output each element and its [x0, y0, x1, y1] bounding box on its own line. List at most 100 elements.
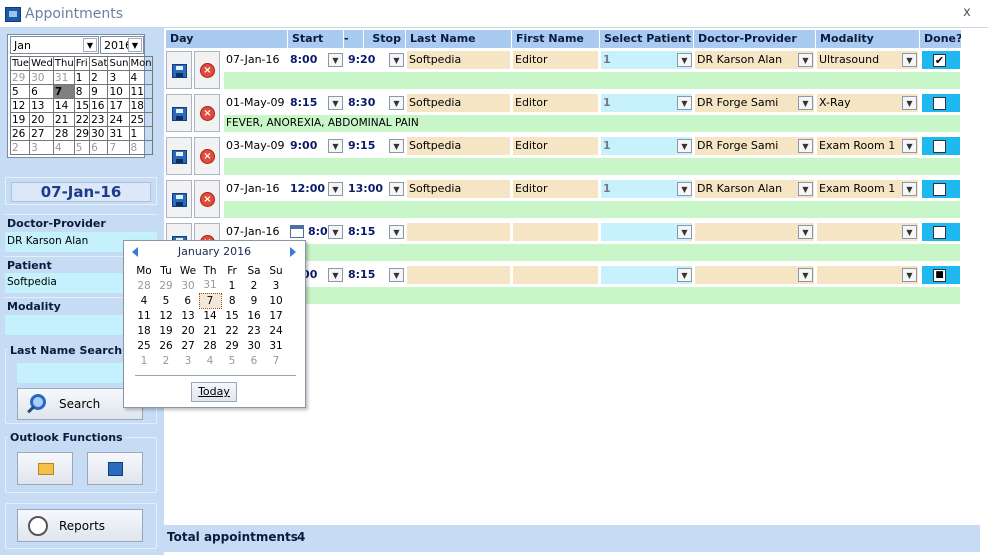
- chevron-down-icon[interactable]: ▼: [902, 225, 917, 239]
- picker-day[interactable]: 9: [243, 293, 265, 308]
- chevron-down-icon[interactable]: ▼: [902, 96, 917, 110]
- chevron-down-icon[interactable]: ▼: [798, 268, 813, 282]
- day-cell[interactable]: 01-May-09: [224, 94, 288, 112]
- picker-day[interactable]: 16: [243, 308, 265, 323]
- day-cell[interactable]: 07-Jan-16: [224, 51, 288, 69]
- chevron-down-icon[interactable]: ▼: [328, 96, 343, 110]
- picker-day[interactable]: 26: [155, 338, 177, 353]
- date-picker-popup[interactable]: January 2016 Mo Tu We Th Fr Sa Su 28 29 …: [123, 240, 306, 408]
- start-cell[interactable]: 9:00: [288, 137, 328, 155]
- calendar-day[interactable]: 9: [89, 84, 109, 99]
- first-name-cell[interactable]: Editor: [513, 137, 598, 155]
- calendar-day[interactable]: 10: [107, 84, 130, 99]
- calendar-day[interactable]: 18: [128, 98, 153, 113]
- picker-day[interactable]: 28: [133, 278, 155, 293]
- notes-cell[interactable]: FEVER, ANOREXIA, ABDOMINAL PAIN: [224, 115, 960, 132]
- picker-day[interactable]: 25: [133, 338, 155, 353]
- chevron-down-icon[interactable]: ▼: [389, 268, 404, 282]
- done-checkbox[interactable]: ■: [933, 269, 946, 282]
- first-name-cell[interactable]: Editor: [513, 180, 598, 198]
- stop-cell[interactable]: 8:15: [346, 266, 388, 284]
- doctor-cell[interactable]: [695, 266, 814, 284]
- picker-day[interactable]: 1: [221, 278, 243, 293]
- calendar-day[interactable]: 3: [29, 140, 54, 155]
- calendar-day[interactable]: 15: [73, 98, 91, 113]
- picker-day[interactable]: 15: [221, 308, 243, 323]
- chevron-down-icon[interactable]: ▼: [798, 53, 813, 67]
- doctor-cell[interactable]: [695, 223, 814, 241]
- save-outlook-button[interactable]: [87, 452, 143, 485]
- picker-day[interactable]: 28: [199, 338, 221, 353]
- notes-cell[interactable]: [224, 287, 960, 304]
- picker-day[interactable]: 31: [199, 278, 221, 293]
- picker-day[interactable]: 2: [155, 353, 177, 368]
- calendar-day[interactable]: 28: [52, 126, 75, 141]
- start-cell[interactable]: 8:00: [306, 223, 328, 241]
- done-checkbox[interactable]: [933, 226, 946, 239]
- last-name-cell[interactable]: Softpedia: [407, 51, 510, 69]
- chevron-down-icon[interactable]: ▼: [328, 53, 343, 67]
- picker-day[interactable]: 5: [155, 293, 177, 308]
- first-name-cell[interactable]: [513, 223, 598, 241]
- chevron-down-icon[interactable]: ▼: [677, 53, 692, 67]
- chevron-down-icon[interactable]: ▼: [389, 139, 404, 153]
- calendar-icon[interactable]: [290, 225, 304, 238]
- date-picker-month[interactable]: January 2016: [124, 245, 305, 258]
- picker-day[interactable]: 29: [221, 338, 243, 353]
- calendar-day-selected[interactable]: 7: [52, 84, 75, 99]
- picker-day[interactable]: 21: [199, 323, 221, 338]
- chevron-down-icon[interactable]: ▼: [389, 53, 404, 67]
- save-row-button[interactable]: [166, 137, 192, 175]
- chevron-down-icon[interactable]: ▼: [328, 139, 343, 153]
- stop-cell[interactable]: 13:00: [346, 180, 388, 198]
- picker-day[interactable]: 8: [221, 293, 243, 308]
- calendar-day[interactable]: 17: [107, 98, 130, 113]
- doctor-cell[interactable]: DR Karson Alan: [695, 180, 814, 198]
- notes-cell[interactable]: [224, 158, 960, 175]
- calendar-day[interactable]: 20: [29, 112, 54, 127]
- chevron-down-icon[interactable]: ▼: [677, 225, 692, 239]
- next-month-icon[interactable]: [290, 247, 296, 257]
- calendar-day[interactable]: 6: [29, 84, 54, 99]
- calendar-day[interactable]: 30: [89, 126, 109, 141]
- picker-day[interactable]: 17: [265, 308, 287, 323]
- last-name-cell[interactable]: Softpedia: [407, 94, 510, 112]
- stop-cell[interactable]: 9:20: [346, 51, 388, 69]
- delete-row-button[interactable]: ×: [194, 137, 220, 175]
- day-cell[interactable]: 07-Jan-16: [224, 180, 288, 198]
- calendar-day[interactable]: 6: [89, 140, 109, 155]
- start-cell[interactable]: 8:15: [288, 94, 328, 112]
- last-name-cell[interactable]: Softpedia: [407, 180, 510, 198]
- calendar-day[interactable]: 27: [29, 126, 54, 141]
- calendar-day[interactable]: 31: [52, 70, 75, 85]
- last-name-cell[interactable]: [407, 223, 510, 241]
- calendar-day[interactable]: 7: [107, 140, 130, 155]
- picker-day[interactable]: 1: [133, 353, 155, 368]
- chevron-down-icon[interactable]: ▼: [902, 53, 917, 67]
- picker-day[interactable]: 31: [265, 338, 287, 353]
- chevron-down-icon[interactable]: ▼: [389, 225, 404, 239]
- calendar-day[interactable]: 1: [73, 70, 91, 85]
- chevron-down-icon[interactable]: ▼: [328, 268, 343, 282]
- picker-day[interactable]: 30: [177, 278, 199, 293]
- first-name-cell[interactable]: [513, 266, 598, 284]
- day-cell[interactable]: 03-May-09: [224, 137, 288, 155]
- calendar-day[interactable]: 31: [107, 126, 130, 141]
- month-select[interactable]: Jan ▼: [10, 36, 99, 54]
- calendar-day[interactable]: 25: [128, 112, 153, 127]
- picker-day[interactable]: 11: [133, 308, 155, 323]
- day-cell[interactable]: 07-Jan-16: [224, 223, 288, 241]
- reports-button[interactable]: Reports: [17, 509, 143, 542]
- calendar-day[interactable]: 4: [52, 140, 75, 155]
- mini-calendar[interactable]: Jan ▼ 2016 ▼ Tue Wed Thu Fri Sat Sun Mon…: [7, 34, 153, 158]
- done-checkbox[interactable]: [933, 140, 946, 153]
- picker-day[interactable]: 3: [177, 353, 199, 368]
- picker-day[interactable]: 6: [243, 353, 265, 368]
- last-name-cell[interactable]: Softpedia: [407, 137, 510, 155]
- picker-day[interactable]: 23: [243, 323, 265, 338]
- calendar-day[interactable]: 29: [73, 126, 91, 141]
- calendar-day[interactable]: 26: [9, 126, 31, 141]
- picker-day[interactable]: 20: [177, 323, 199, 338]
- today-button[interactable]: Today: [191, 382, 237, 402]
- calendar-day[interactable]: 30: [29, 70, 54, 85]
